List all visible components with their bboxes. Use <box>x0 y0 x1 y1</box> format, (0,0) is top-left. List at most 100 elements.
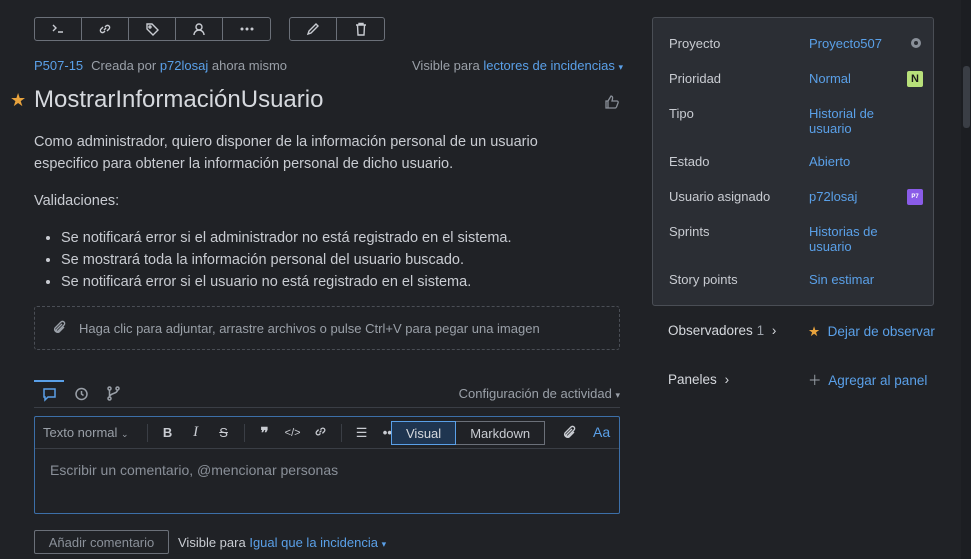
story-points-value[interactable]: Sin estimar <box>809 272 909 287</box>
activity-settings-label: Configuración de actividad <box>458 386 612 401</box>
caret-down-icon: ▾ <box>381 539 387 549</box>
add-to-board-label: Agregar al panel <box>828 373 928 388</box>
edit-toolbar <box>289 17 385 41</box>
chevron-down-icon: ⌄ <box>121 429 129 439</box>
attachment-hint: Haga clic para adjuntar, arrastre archiv… <box>79 320 540 336</box>
status-value[interactable]: Abierto <box>809 154 909 169</box>
history-icon <box>74 387 88 401</box>
user-icon <box>193 23 205 36</box>
tag-icon <box>146 23 159 36</box>
priority-value[interactable]: Normal <box>809 71 909 86</box>
tab-history[interactable] <box>66 380 96 407</box>
watchers-toggle[interactable]: Observadores 1 › <box>668 323 776 338</box>
star-icon[interactable]: ★ <box>10 90 26 111</box>
unwatch-label: Dejar de observar <box>827 324 935 339</box>
created-time: ahora mismo <box>211 58 288 73</box>
field-label: Estado <box>669 154 710 169</box>
attachment-dropzone[interactable]: Haga clic para adjuntar, arrastre archiv… <box>34 306 620 350</box>
field-label: Story points <box>669 272 738 287</box>
page-scrollbar[interactable] <box>961 0 971 559</box>
trash-icon <box>355 22 366 36</box>
branch-icon <box>106 386 120 401</box>
editor-toolbar: Texto normal ⌄ B I S ❞ </> ☰ ••• Visual … <box>35 417 619 449</box>
visual-mode-button[interactable]: Visual <box>391 421 457 445</box>
assign-user-button[interactable] <box>176 18 223 40</box>
comment-icon <box>42 388 56 402</box>
field-label: Sprints <box>669 224 710 239</box>
toolbar-divider <box>340 423 342 442</box>
add-to-board-button[interactable]: ＋ Agregar al panel <box>808 372 927 389</box>
editor-mode-toggle: Visual Markdown <box>391 421 546 445</box>
paperclip-icon <box>54 320 66 333</box>
more-button[interactable] <box>223 18 270 40</box>
issue-visibility: Visible para lectores de incidencias ▾ <box>412 58 623 73</box>
priority-badge: N <box>907 71 923 87</box>
project-link[interactable]: Proyecto507 <box>809 36 909 51</box>
quote-button[interactable]: ❞ <box>251 424 279 442</box>
insert-link-button[interactable] <box>307 424 335 442</box>
issue-description[interactable]: Como administrador, quiero disponer de l… <box>34 131 594 293</box>
link-button[interactable] <box>82 18 129 40</box>
boards-toggle[interactable]: Paneles › <box>668 372 729 387</box>
type-value[interactable]: Historial de usuario <box>809 106 909 136</box>
edit-button[interactable] <box>290 18 337 40</box>
validations-list: Se notificará error si el administrador … <box>61 227 594 293</box>
list-item: Se mostrará toda la información personal… <box>61 249 594 271</box>
delete-button[interactable] <box>337 18 384 40</box>
chevron-right-icon: › <box>771 323 777 338</box>
field-label: Prioridad <box>669 71 722 86</box>
issue-title[interactable]: MostrarInformaciónUsuario <box>34 86 323 114</box>
paperclip-icon[interactable] <box>561 424 579 442</box>
watchers-label: Observadores <box>668 323 753 338</box>
avatar: P7 <box>907 189 923 205</box>
issue-toolbar <box>34 17 271 41</box>
link-icon <box>99 24 111 34</box>
command-button[interactable] <box>35 18 82 40</box>
validations-label: Validaciones: <box>34 193 120 209</box>
add-comment-button[interactable]: Añadir comentario <box>34 530 169 554</box>
author-link[interactable]: p72losaj <box>160 58 208 73</box>
tab-comments[interactable] <box>34 380 64 407</box>
bullet-list-button[interactable]: ☰ <box>348 425 376 441</box>
activity-settings-dropdown[interactable]: Configuración de actividad ▾ <box>459 386 620 401</box>
issue-id[interactable]: P507-15 <box>34 58 83 73</box>
list-item: Se notificará error si el administrador … <box>61 227 594 249</box>
assignee-value[interactable]: p72losaj <box>809 189 909 204</box>
bold-button[interactable]: B <box>154 425 182 440</box>
toolbar-divider <box>146 423 148 442</box>
field-label: Tipo <box>669 106 694 121</box>
code-button[interactable]: </> <box>279 427 307 439</box>
details-panel: Proyecto Proyecto507 Prioridad Normal N … <box>652 17 934 306</box>
link-icon <box>315 427 326 435</box>
sprint-value[interactable]: Historias de usuario <box>809 224 909 254</box>
comment-input[interactable]: Escribir un comentario, @mencionar perso… <box>35 449 619 491</box>
unwatch-button[interactable]: ★ Dejar de observar <box>808 323 935 340</box>
toolbar-divider <box>243 423 245 442</box>
comment-visibility-dropdown[interactable]: Igual que la incidencia <box>249 535 378 550</box>
caret-down-icon: ▾ <box>615 390 620 400</box>
description-paragraph: Como administrador, quiero disponer de l… <box>34 134 538 172</box>
visibility-dropdown[interactable]: lectores de incidencias <box>483 58 615 73</box>
comment-editor: Texto normal ⌄ B I S ❞ </> ☰ ••• Visual … <box>34 416 620 514</box>
text-style-button[interactable]: Aa <box>593 424 610 440</box>
comment-visible-label: Visible para <box>178 535 246 550</box>
text-format-select[interactable]: Texto normal ⌄ <box>43 425 129 440</box>
caret-down-icon: ▾ <box>618 62 624 72</box>
gear-icon[interactable] <box>909 36 923 50</box>
list-item: Se notificará error si el usuario no est… <box>61 271 594 293</box>
markdown-mode-button[interactable]: Markdown <box>456 421 546 445</box>
star-icon: ★ <box>808 324 821 339</box>
strikethrough-button[interactable]: S <box>210 425 238 440</box>
activity-tabs: Configuración de actividad ▾ <box>34 380 620 408</box>
italic-button[interactable]: I <box>182 424 210 441</box>
command-icon <box>52 24 63 33</box>
comment-visibility: Visible para Igual que la incidencia ▾ <box>178 535 386 550</box>
tab-commits[interactable] <box>98 380 128 407</box>
tag-button[interactable] <box>129 18 176 40</box>
created-by-label: Creada por <box>91 58 157 73</box>
plus-icon: ＋ <box>808 373 822 388</box>
scrollbar-thumb[interactable] <box>963 66 970 128</box>
thumbs-up-icon[interactable] <box>603 93 621 111</box>
boards-label: Paneles <box>668 372 717 387</box>
edit-icon <box>306 23 319 36</box>
